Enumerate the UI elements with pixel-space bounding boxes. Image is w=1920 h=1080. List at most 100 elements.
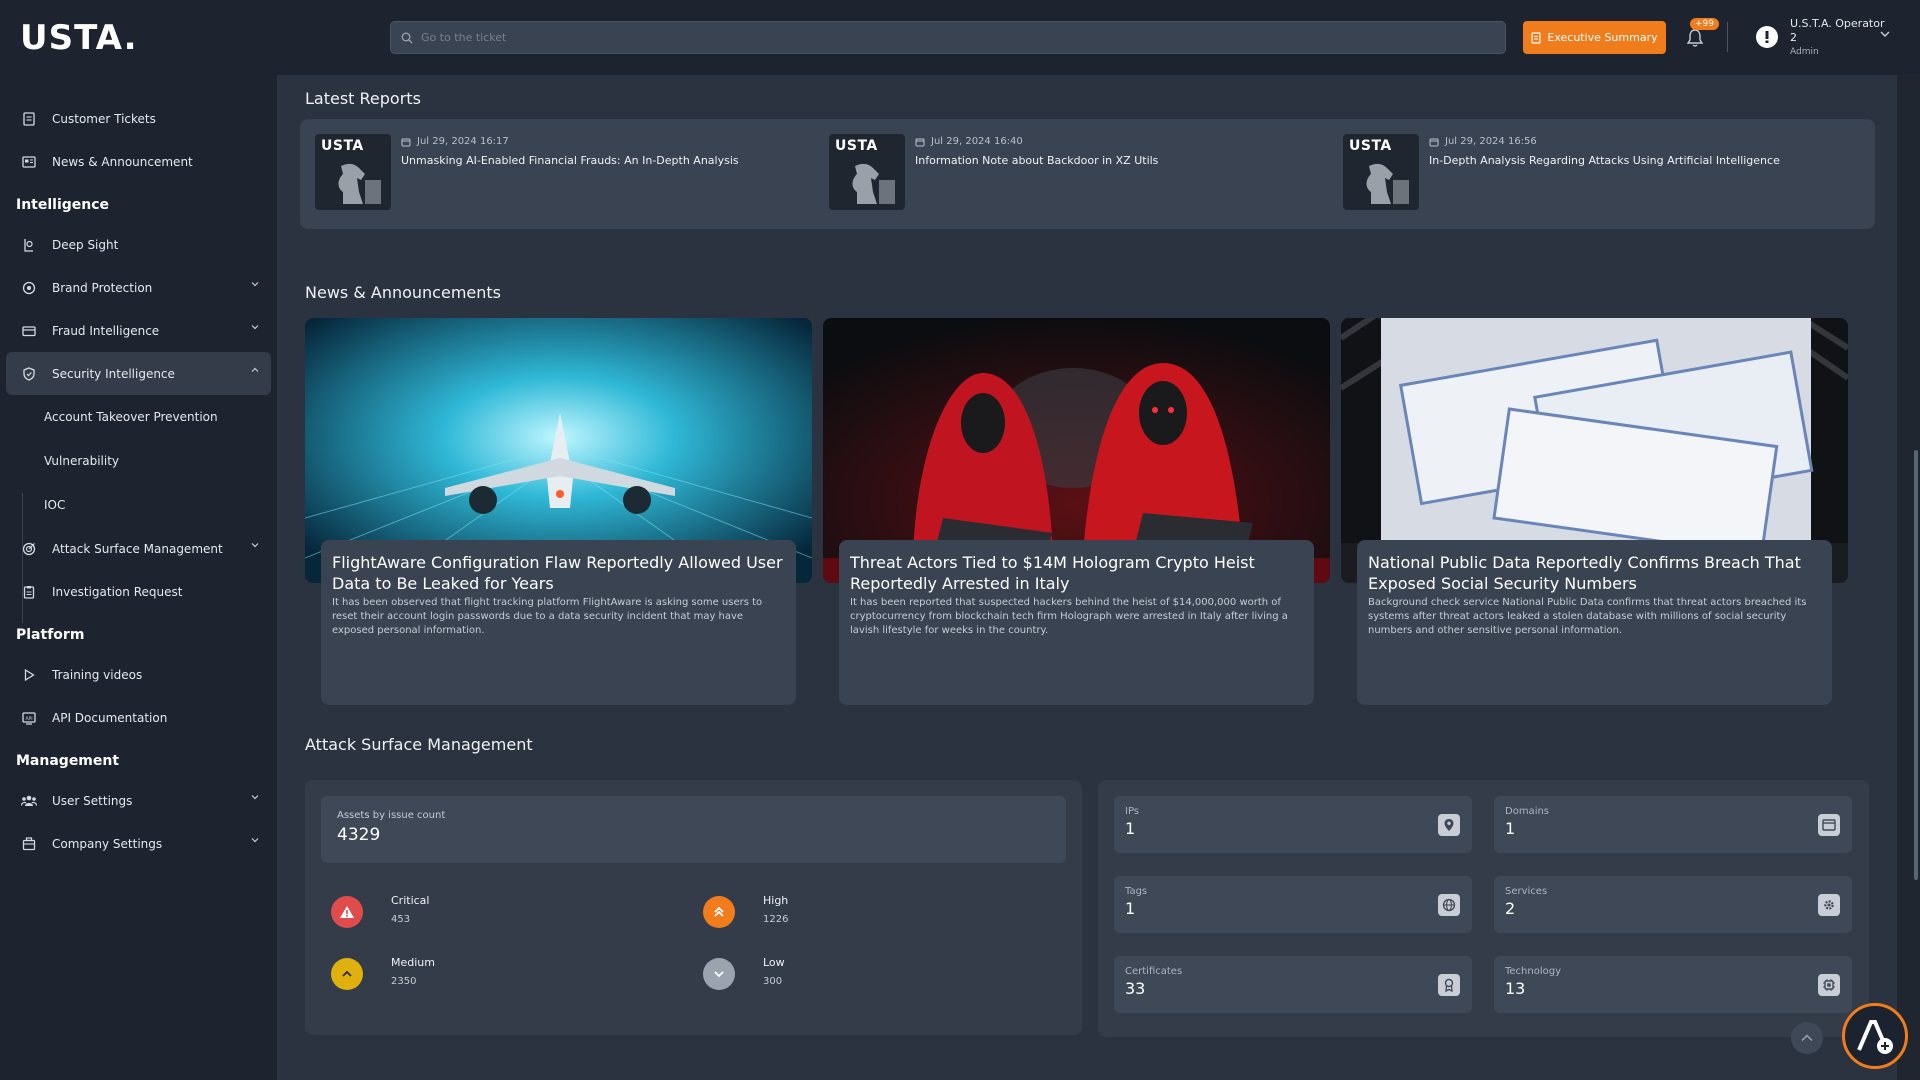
scroll-to-top-button[interactable] (1791, 1022, 1823, 1054)
stat-value: 1 (1125, 899, 1136, 918)
report-card[interactable]: USTA Jul 29, 2024 16:17 Unmasking AI-Ena… (315, 134, 815, 214)
user-menu[interactable]: U.S.T.A. Operator 2 Admin (1790, 17, 1885, 59)
sidebar-item-deep-sight[interactable]: Deep Sight (6, 223, 271, 266)
report-title: Unmasking AI-Enabled Financial Frauds: A… (401, 154, 739, 167)
app-root: USTA. Executive Summary +99 (0, 0, 1920, 1080)
news-title: National Public Data Reportedly Confirms… (1368, 553, 1801, 593)
sidebar-item-user-settings[interactable]: User Settings (6, 779, 271, 822)
users-icon (20, 792, 38, 810)
section-title-management: Management (16, 753, 120, 769)
stat-value: 1 (1505, 819, 1516, 838)
sidebar-item-training-videos[interactable]: Training videos (6, 653, 271, 696)
severity-medium[interactable]: Medium 2350 (331, 952, 631, 1002)
severity-label: Low (763, 956, 785, 969)
bell-icon[interactable] (1684, 27, 1706, 49)
stat-label: Services (1505, 886, 1548, 897)
sidebar-item-company-settings[interactable]: Company Settings (6, 822, 271, 865)
usta-logo[interactable]: USTA. (20, 18, 138, 58)
sidebar-item-fraud-intelligence[interactable]: Fraud Intelligence (6, 309, 271, 352)
sidebar-item-attack-surface[interactable]: Attack Surface Management (6, 527, 271, 570)
stat-value: 13 (1505, 979, 1526, 998)
ticket-icon (20, 110, 38, 128)
severity-low[interactable]: Low 300 (703, 952, 1003, 1002)
chevron-down-icon (251, 282, 259, 287)
stat-tags[interactable]: Tags 1 (1114, 876, 1472, 933)
severity-critical[interactable]: Critical 453 (331, 890, 631, 940)
submenu-guide-line (22, 493, 23, 623)
chevron-up-icon (1801, 1034, 1813, 1042)
sidebar-item-brand-protection[interactable]: Brand Protection (6, 266, 271, 309)
ticket-search[interactable] (390, 21, 1506, 54)
news-card[interactable]: Threat Actors Tied to $14M Hologram Cryp… (823, 318, 1330, 708)
sub-item-account-takeover[interactable]: Account Takeover Prevention (44, 395, 277, 439)
section-title-news: News & Announcements (305, 283, 501, 302)
report-card[interactable]: USTA Jul 29, 2024 16:56 In-Depth Analysi… (1343, 134, 1843, 214)
chevron-down-icon[interactable] (1880, 30, 1890, 38)
chess-knight-image (338, 163, 381, 204)
page-scrollbar-thumb[interactable] (1914, 450, 1918, 880)
stat-label: Tags (1125, 886, 1148, 897)
news-description: Background check service National Public… (1368, 597, 1807, 636)
report-thumbnail: USTA (1343, 134, 1419, 210)
report-card[interactable]: USTA Jul 29, 2024 16:40 Information Note… (829, 134, 1329, 214)
certificate-icon (1438, 974, 1460, 996)
severity-high[interactable]: High 1226 (703, 890, 1003, 940)
sidebar-item-news[interactable]: News & Announcement (6, 140, 271, 183)
globe-icon (1438, 894, 1460, 916)
user-avatar-icon (1765, 31, 1769, 43)
stat-certificates[interactable]: Certificates 33 (1114, 956, 1472, 1013)
stat-services[interactable]: Services 2 (1494, 876, 1852, 933)
report-thumbnail: USTA (829, 134, 905, 210)
news-card[interactable]: FlightAware Configuration Flaw Reportedl… (305, 318, 812, 708)
sub-item-vulnerability[interactable]: Vulnerability (44, 439, 277, 483)
report-date-text: Jul 29, 2024 16:56 (1445, 136, 1537, 147)
window-icon (1818, 814, 1840, 836)
section-title-intelligence: Intelligence (16, 197, 110, 213)
sidebar-item-label: Company Settings (52, 836, 163, 851)
sidebar-item-label: Investigation Request (52, 584, 183, 599)
sub-item-ioc[interactable]: IOC (44, 483, 277, 527)
building-icon (20, 835, 38, 853)
executive-summary-label: Executive Summary (1547, 31, 1658, 44)
chevron-up-icon (251, 367, 259, 372)
report-title: In-Depth Analysis Regarding Attacks Usin… (1429, 154, 1780, 167)
news-body: FlightAware Configuration Flaw Reportedl… (321, 540, 796, 705)
assets-by-issue-count[interactable]: Assets by issue count 4329 (321, 796, 1066, 863)
stat-domains[interactable]: Domains 1 (1494, 796, 1852, 853)
newspaper-icon (20, 153, 38, 171)
news-card[interactable]: National Public Data Reportedly Confirms… (1341, 318, 1848, 708)
sidebar-item-api-documentation[interactable]: API API Documentation (6, 696, 271, 739)
severity-value: 2350 (391, 976, 417, 987)
brand-icon (20, 279, 38, 297)
chevron-up-icon (331, 958, 363, 990)
stat-ips[interactable]: IPs 1 (1114, 796, 1472, 853)
stat-value: 33 (1125, 979, 1146, 998)
sidebar-item-label: Fraud Intelligence (52, 323, 160, 338)
chevron-down-icon (251, 325, 259, 330)
sidebar-item-label: Deep Sight (52, 237, 119, 252)
assistant-icon (1857, 1020, 1893, 1054)
sidebar-item-investigation-request[interactable]: Investigation Request (6, 570, 271, 613)
severity-value: 453 (391, 914, 411, 925)
chevron-down-icon (251, 795, 259, 800)
stat-technology[interactable]: Technology 13 (1494, 956, 1852, 1013)
news-body: National Public Data Reportedly Confirms… (1357, 540, 1832, 705)
sidebar-item-label: Brand Protection (52, 280, 153, 295)
sidebar-item-customer-tickets[interactable]: Customer Tickets (6, 97, 271, 140)
avatar[interactable] (1756, 26, 1778, 48)
sidebar-item-label: Customer Tickets (52, 111, 156, 126)
top-header: USTA. Executive Summary +99 (0, 0, 1920, 75)
report-date-text: Jul 29, 2024 16:40 (931, 136, 1023, 147)
asm-stats-panel: IPs 1 Domains 1 Tags 1 Services 2 Certif… (1098, 780, 1869, 1037)
severity-value: 1226 (763, 914, 789, 925)
svg-text:API: API (25, 715, 32, 721)
assistant-button[interactable] (1842, 1003, 1908, 1069)
calendar-icon (915, 138, 925, 146)
search-input[interactable] (421, 31, 1481, 44)
assets-value: 4329 (337, 825, 381, 845)
report-date: Jul 29, 2024 16:40 (915, 136, 1023, 147)
user-name: U.S.T.A. Operator (1790, 17, 1885, 30)
sidebar-item-security-intelligence[interactable]: Security Intelligence (6, 352, 271, 395)
severity-label: High (763, 894, 789, 907)
executive-summary-button[interactable]: Executive Summary (1523, 21, 1666, 54)
